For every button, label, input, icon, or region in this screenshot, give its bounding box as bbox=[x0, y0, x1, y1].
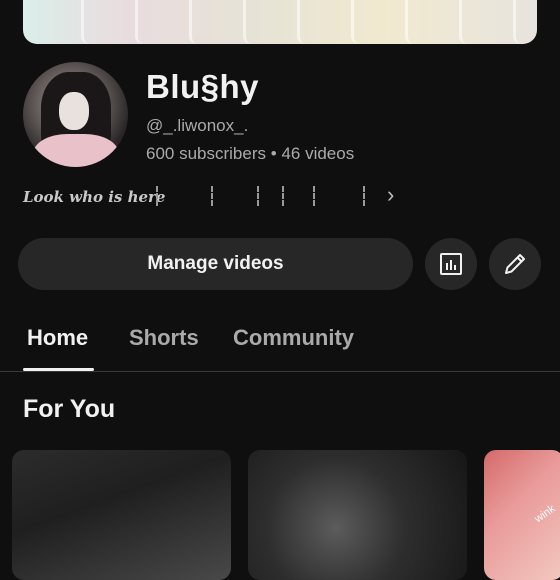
description-glyph bbox=[363, 186, 365, 206]
banner-pattern bbox=[297, 0, 314, 44]
banner-pattern bbox=[81, 0, 98, 44]
channel-name: Blu§hy bbox=[146, 68, 260, 105]
avatar-face bbox=[59, 92, 89, 130]
banner-pattern bbox=[135, 0, 152, 44]
tab-community[interactable]: Community bbox=[233, 325, 354, 351]
banner-pattern bbox=[459, 0, 476, 44]
banner-pattern bbox=[513, 0, 530, 44]
edit-channel-button[interactable] bbox=[489, 238, 541, 290]
tab-home[interactable]: Home bbox=[27, 325, 88, 351]
channel-avatar[interactable] bbox=[23, 62, 128, 167]
banner-pattern bbox=[351, 0, 368, 44]
banner-pattern bbox=[405, 0, 422, 44]
banner-pattern bbox=[243, 0, 260, 44]
banner-pattern bbox=[189, 0, 206, 44]
pencil-icon bbox=[505, 254, 525, 274]
video-thumbnail[interactable]: wink bbox=[484, 450, 560, 580]
bar-chart-icon bbox=[440, 253, 462, 275]
analytics-button[interactable] bbox=[425, 238, 477, 290]
tabs-divider bbox=[0, 371, 560, 372]
description-glyph bbox=[313, 186, 315, 206]
manage-videos-button[interactable]: Manage videos bbox=[18, 238, 413, 290]
thumbnail-overlay-text: wink bbox=[532, 502, 558, 526]
description-more-chevron-icon[interactable]: › bbox=[387, 182, 394, 208]
video-thumbnail[interactable] bbox=[12, 450, 231, 580]
video-thumbnail[interactable] bbox=[248, 450, 467, 580]
tab-shorts[interactable]: Shorts bbox=[129, 325, 199, 351]
description-glyph bbox=[257, 186, 259, 206]
description-text: Look who is here bbox=[23, 188, 166, 206]
channel-stats: 600 subscribers • 46 videos bbox=[146, 144, 354, 164]
description-glyph bbox=[282, 186, 284, 206]
description-glyph bbox=[211, 186, 213, 206]
subscriber-count: 600 subscribers bbox=[146, 144, 267, 163]
description-glyph bbox=[156, 186, 158, 206]
channel-description[interactable]: Look who is here › bbox=[23, 182, 394, 208]
section-title: For You bbox=[23, 395, 116, 423]
avatar-sweater bbox=[33, 134, 119, 167]
channel-handle: @_.liwonox_. bbox=[146, 116, 249, 135]
video-count: 46 videos bbox=[281, 144, 355, 163]
stats-separator: • bbox=[270, 144, 277, 163]
channel-banner[interactable] bbox=[23, 0, 537, 44]
